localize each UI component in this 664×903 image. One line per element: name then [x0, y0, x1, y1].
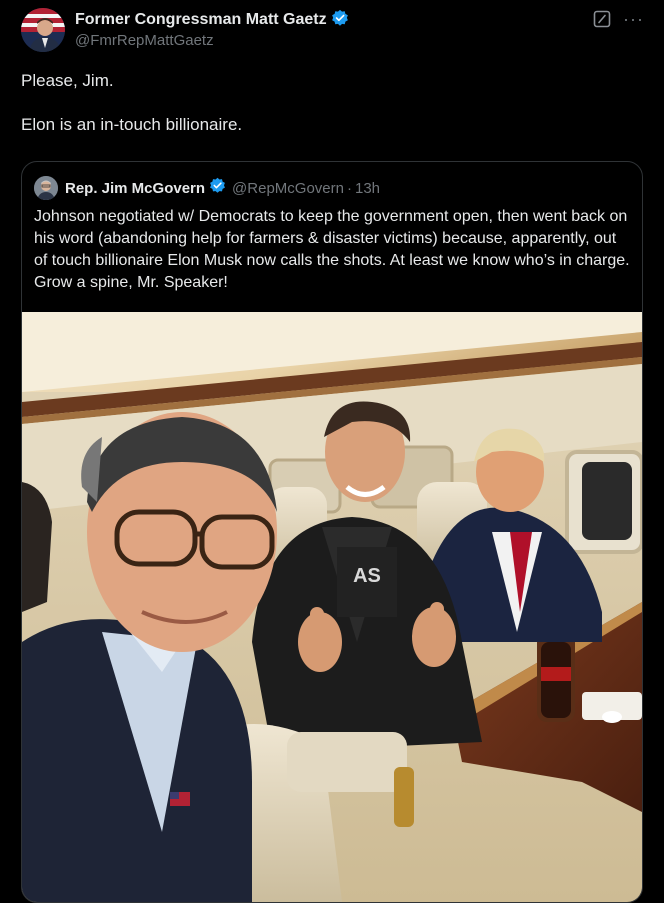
svg-text:AS: AS [353, 565, 381, 587]
verified-badge-icon [331, 9, 349, 32]
quoted-author-handle[interactable]: @RepMcGovern [232, 180, 344, 197]
quoted-post-time[interactable]: 13h [355, 180, 380, 197]
separator-dot: · [346, 179, 352, 197]
quoted-post-header: Rep. Jim McGovern @RepMcGovern · 13h [34, 176, 380, 200]
post-text: Please, Jim. Elon is an in-touch billion… [21, 70, 641, 136]
author-name[interactable]: Former Congressman Matt Gaetz [75, 9, 349, 32]
post-text-line: Please, Jim. [21, 71, 114, 90]
top-actions: ··· [593, 10, 644, 28]
quoted-post-text: Johnson negotiated w/ Democrats to keep … [34, 208, 630, 291]
author-avatar[interactable] [21, 8, 65, 52]
quoted-post-card[interactable]: Rep. Jim McGovern @RepMcGovern · 13h Joh… [21, 161, 643, 903]
more-options-icon[interactable]: ··· [623, 10, 644, 28]
grok-icon[interactable] [593, 10, 611, 28]
author-handle[interactable]: @FmrRepMattGaetz [75, 32, 214, 49]
author-name-text[interactable]: Former Congressman Matt Gaetz [75, 11, 327, 28]
quoted-author-avatar[interactable] [34, 176, 58, 200]
verified-badge-icon [209, 177, 226, 199]
quoted-author-name[interactable]: Rep. Jim McGovern [65, 180, 205, 197]
post-text-line: Elon is an in-touch billionaire. [21, 115, 243, 134]
quoted-post-photo[interactable]: AS [22, 312, 642, 902]
